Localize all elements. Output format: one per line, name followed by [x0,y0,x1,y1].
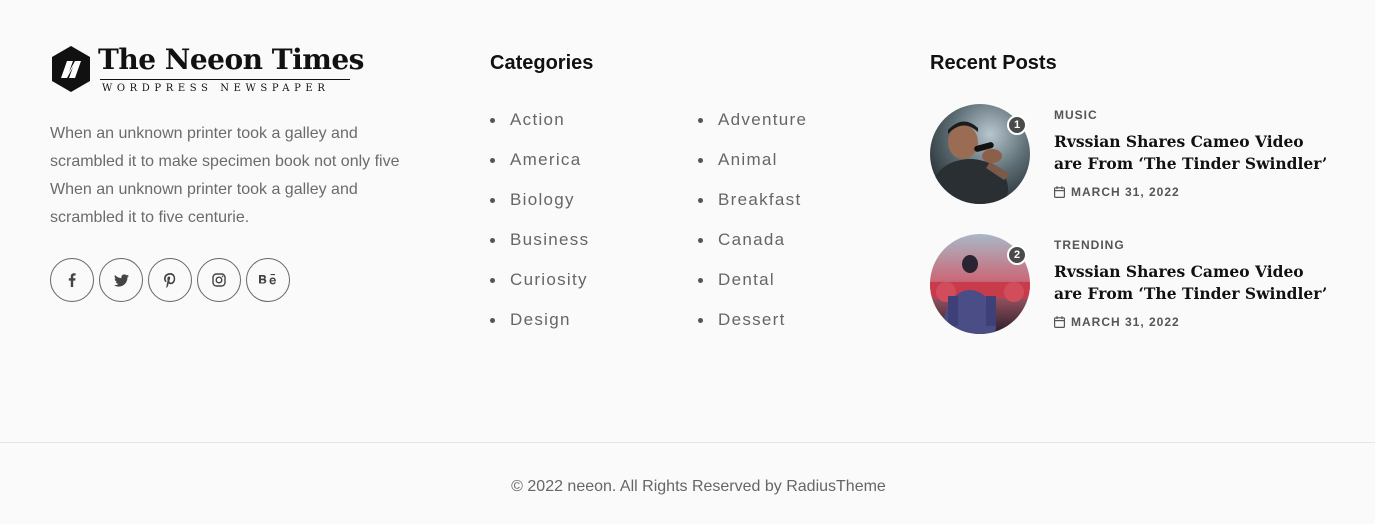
category-link-biology[interactable]: Biology [490,180,698,220]
bullet-icon [698,197,703,203]
twitter-button[interactable] [99,258,143,302]
recent-posts-heading: Recent Posts [930,52,1057,74]
bullet-icon [698,277,703,283]
bullet-icon [698,317,703,323]
category-link-design[interactable]: Design [490,300,698,340]
bullet-icon [490,317,495,323]
post-rank-badge: 1 [1007,115,1027,135]
footer-main: The Neeon Times WORDPRESS NEWSPAPER When… [0,0,1375,443]
social-links [50,258,430,302]
brand-column: The Neeon Times WORDPRESS NEWSPAPER When… [50,44,430,302]
category-link-canada[interactable]: Canada [698,220,898,260]
twitter-icon [113,273,129,287]
logo-rule [100,79,350,80]
category-link-breakfast[interactable]: Breakfast [698,180,898,220]
pinterest-button[interactable] [148,258,192,302]
copyright-text: © 2022 neeon. All Rights Reserved by Rad… [511,478,886,495]
bullet-icon [698,117,703,123]
logo-mark-icon [52,46,90,92]
site-title: The Neeon Times [98,43,364,76]
bullet-icon [490,277,495,283]
category-link-action[interactable]: Action [490,100,698,140]
post-date: MARCH 31, 2022 [1054,315,1330,329]
behance-button[interactable] [246,258,290,302]
post-category-link[interactable]: TRENDING [1054,238,1330,252]
post-date-text: MARCH 31, 2022 [1071,185,1180,199]
category-link-animal[interactable]: Animal [698,140,898,180]
post-title-link[interactable]: Rvssian Shares Cameo Video are From ‘The… [1054,261,1330,305]
recent-posts-column: Recent Posts 1 MUSIC Rvssian Shares Came… [930,50,1330,334]
site-logo[interactable]: The Neeon Times WORDPRESS NEWSPAPER [50,44,430,94]
bullet-icon [698,237,703,243]
recent-post: 1 MUSIC Rvssian Shares Cameo Video are F… [930,104,1330,204]
bullet-icon [490,197,495,203]
bullet-icon [490,117,495,123]
category-link-adventure[interactable]: Adventure [698,100,898,140]
post-date: MARCH 31, 2022 [1054,185,1330,199]
footer-divider [0,442,1375,443]
bullet-icon [490,237,495,243]
calendar-icon [1054,186,1065,198]
bullet-icon [698,157,703,163]
category-link-curiosity[interactable]: Curiosity [490,260,698,300]
pinterest-icon [164,272,176,288]
post-title-link[interactable]: Rvssian Shares Cameo Video are From ‘The… [1054,131,1330,175]
recent-post: 2 TRENDING Rvssian Shares Cameo Video ar… [930,234,1330,334]
category-link-business[interactable]: Business [490,220,698,260]
behance-icon [259,274,276,285]
instagram-icon [212,273,226,287]
category-link-dessert[interactable]: Dessert [698,300,898,340]
bullet-icon [490,157,495,163]
categories-list: Action Adventure America Animal Biology … [490,100,890,340]
facebook-button[interactable] [50,258,94,302]
instagram-button[interactable] [197,258,241,302]
calendar-icon [1054,316,1065,328]
post-rank-badge: 2 [1007,245,1027,265]
post-date-text: MARCH 31, 2022 [1071,315,1180,329]
about-text: When an unknown printer took a galley an… [50,125,400,226]
site-tagline: WORDPRESS NEWSPAPER [102,83,330,94]
facebook-icon [68,273,76,287]
categories-column: Categories Action Adventure America Anim… [490,50,890,340]
category-link-dental[interactable]: Dental [698,260,898,300]
categories-heading: Categories [490,52,594,74]
post-category-link[interactable]: MUSIC [1054,108,1330,122]
category-link-america[interactable]: America [490,140,698,180]
